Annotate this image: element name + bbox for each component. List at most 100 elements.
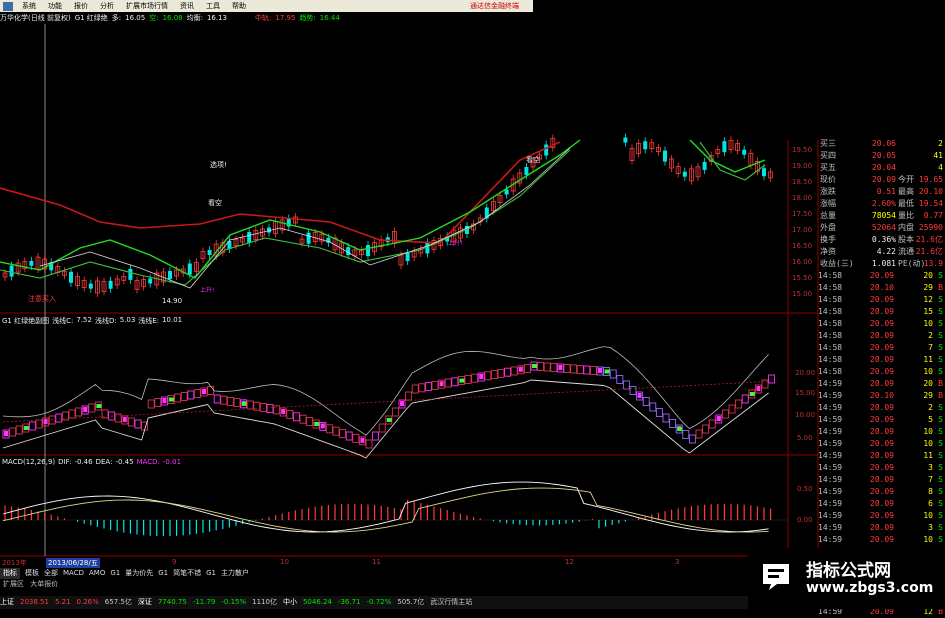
tick-row: 14:59 20.09 6 S: [818, 498, 945, 510]
quote-panel: 买三 20.06 2 买四 20.05 41 买五 20.04 4 现价 20.09 今开 19.65 涨…: [818, 138, 945, 616]
sub-box-green: [749, 392, 755, 396]
tab-g1-a[interactable]: G1: [110, 568, 120, 579]
tab-template[interactable]: 模板: [25, 568, 39, 579]
price-axis-tick: 15.50: [792, 274, 812, 282]
macd-plot: [0, 481, 788, 537]
tab-macd[interactable]: MACD: [63, 568, 84, 579]
quote-label-2: 最低: [898, 199, 914, 208]
indicator-name: G1 红绿绝: [74, 14, 108, 22]
panel-frames: [0, 24, 819, 596]
index-quote: 0.26%: [76, 598, 99, 606]
tick-cell: 2: [928, 403, 933, 412]
sub-box-green: [314, 422, 320, 426]
sub1-axis-20: 20.00: [795, 369, 816, 377]
tick-cell: 7: [928, 343, 933, 352]
candle-body: [366, 245, 370, 257]
tick-row: 14:58 20.09 11 S: [818, 354, 945, 366]
quote-value: 4.22: [876, 247, 896, 256]
tick-cell: S: [938, 415, 943, 424]
sub1-c-label: 浅线C:: [52, 317, 74, 325]
big-order-quote[interactable]: 大单报价: [26, 580, 58, 588]
quote-row: 买四 20.05 41: [818, 150, 945, 162]
kong-value: 16.08: [162, 14, 183, 22]
sub1-axis-5: 5.00: [797, 434, 813, 442]
sub-box: [266, 404, 274, 414]
tick-row: 14:59 20.09 8 S: [818, 486, 945, 498]
month-12: 12: [565, 558, 574, 566]
ma-white-line: [39, 147, 571, 289]
candle-body: [623, 137, 628, 143]
extension-area[interactable]: 扩展区: [0, 580, 24, 588]
sub-box: [708, 419, 716, 429]
tick-cell: 10: [923, 367, 933, 376]
tick-cell: 20.10: [869, 391, 894, 400]
menu-item-analysis[interactable]: 分析: [94, 0, 120, 12]
sub-box-fill: [4, 431, 8, 436]
index-quote: -11.79: [192, 598, 216, 606]
tick-cell: 14:59: [818, 535, 843, 544]
sub-box-green: [459, 378, 465, 383]
tick-cell: 14:59: [818, 391, 843, 400]
quote-value: 52064: [871, 223, 896, 232]
tick-cell: S: [938, 523, 943, 532]
quote-row: 外盘 52064 内盘 25990: [818, 222, 945, 234]
sub-box: [589, 366, 597, 375]
quote-value-2: 41: [933, 151, 943, 160]
tab-simple[interactable]: 简笔不错: [173, 568, 201, 579]
tick-cell: 8: [928, 487, 933, 496]
menu-item-news[interactable]: 资讯: [174, 0, 200, 12]
menu-item-quote[interactable]: 报价: [68, 0, 94, 12]
candle-body: [346, 247, 351, 256]
tab-indicator[interactable]: 指标: [0, 568, 20, 579]
sub1-d-label: 浅线D:: [94, 317, 117, 325]
sub-box-fill: [598, 368, 602, 373]
annotation-rise-2: 上升!: [448, 240, 463, 247]
tick-cell: S: [938, 355, 943, 364]
annotation-rise-1: 上升!: [200, 287, 215, 294]
tick-cell: 20.09: [869, 343, 894, 352]
tick-cell: 15: [923, 307, 933, 316]
sub-box-fill: [360, 437, 365, 443]
tick-row: 14:58 20.09 7 S: [818, 342, 945, 354]
tab-amo[interactable]: AMO: [89, 568, 105, 579]
tick-row: 14:59 20.09 11 S: [818, 450, 945, 462]
tick-cell: 20.09: [869, 523, 894, 532]
menu-item-tools[interactable]: 工具: [200, 0, 226, 12]
sub-box: [339, 429, 347, 439]
tick-cell: 10: [923, 511, 933, 520]
menu-item-ext-market[interactable]: 扩展市场行情: [120, 0, 174, 12]
tab-main-retail[interactable]: 主力散户: [221, 568, 249, 579]
sub-box: [576, 365, 584, 374]
sub-box: [669, 419, 677, 428]
menu-item-function[interactable]: 功能: [42, 0, 68, 12]
sub-box-green: [241, 401, 247, 406]
tick-cell: 10: [923, 439, 933, 448]
watermark-title: 指标公式网: [806, 561, 891, 581]
quote-value-2: 19.65: [918, 175, 943, 184]
quote-label: 涨跌: [820, 187, 836, 196]
sub-box: [622, 380, 630, 390]
sub-box: [537, 362, 545, 371]
tab-volume-first[interactable]: 量为价先: [125, 568, 153, 579]
promo-link[interactable]: 通达信金融终端: [470, 1, 519, 11]
quote-value: 20.06: [871, 139, 896, 148]
sub-box: [174, 393, 182, 403]
menu-item-help[interactable]: 帮助: [226, 0, 252, 12]
candle-body: [702, 161, 707, 170]
tab-g1-b[interactable]: G1: [158, 568, 168, 579]
macd-title: MACD(12,26,9): [2, 458, 56, 466]
tick-cell: S: [938, 487, 943, 496]
tick-cell: S: [938, 511, 943, 520]
sub-box: [655, 408, 663, 417]
sub-box-fill: [439, 381, 444, 387]
tab-g1-c[interactable]: G1: [206, 568, 216, 579]
index-quote: 上证: [0, 598, 14, 606]
quote-label: 外盘: [820, 223, 836, 232]
tick-cell: 14:58: [818, 331, 843, 340]
quote-row: 总量 78054 量比 0.77: [818, 210, 945, 222]
menu-item-system[interactable]: 系统: [16, 0, 42, 12]
sub-box-fill: [122, 417, 127, 422]
candle-body: [663, 150, 667, 162]
tab-all[interactable]: 全部: [44, 568, 58, 579]
candle-body: [207, 250, 212, 255]
